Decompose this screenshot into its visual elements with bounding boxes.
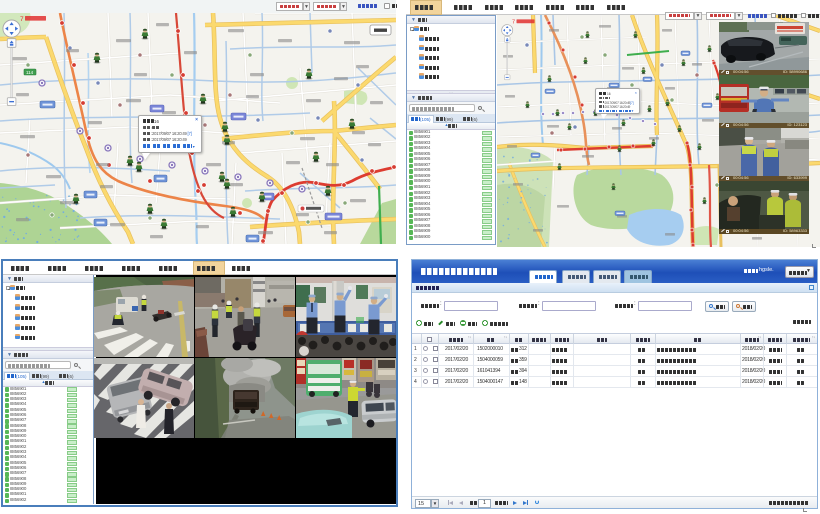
svg-text:7: 7 (20, 16, 24, 23)
svg-text:7: 7 (512, 20, 515, 26)
svg-text:114: 114 (26, 70, 34, 75)
